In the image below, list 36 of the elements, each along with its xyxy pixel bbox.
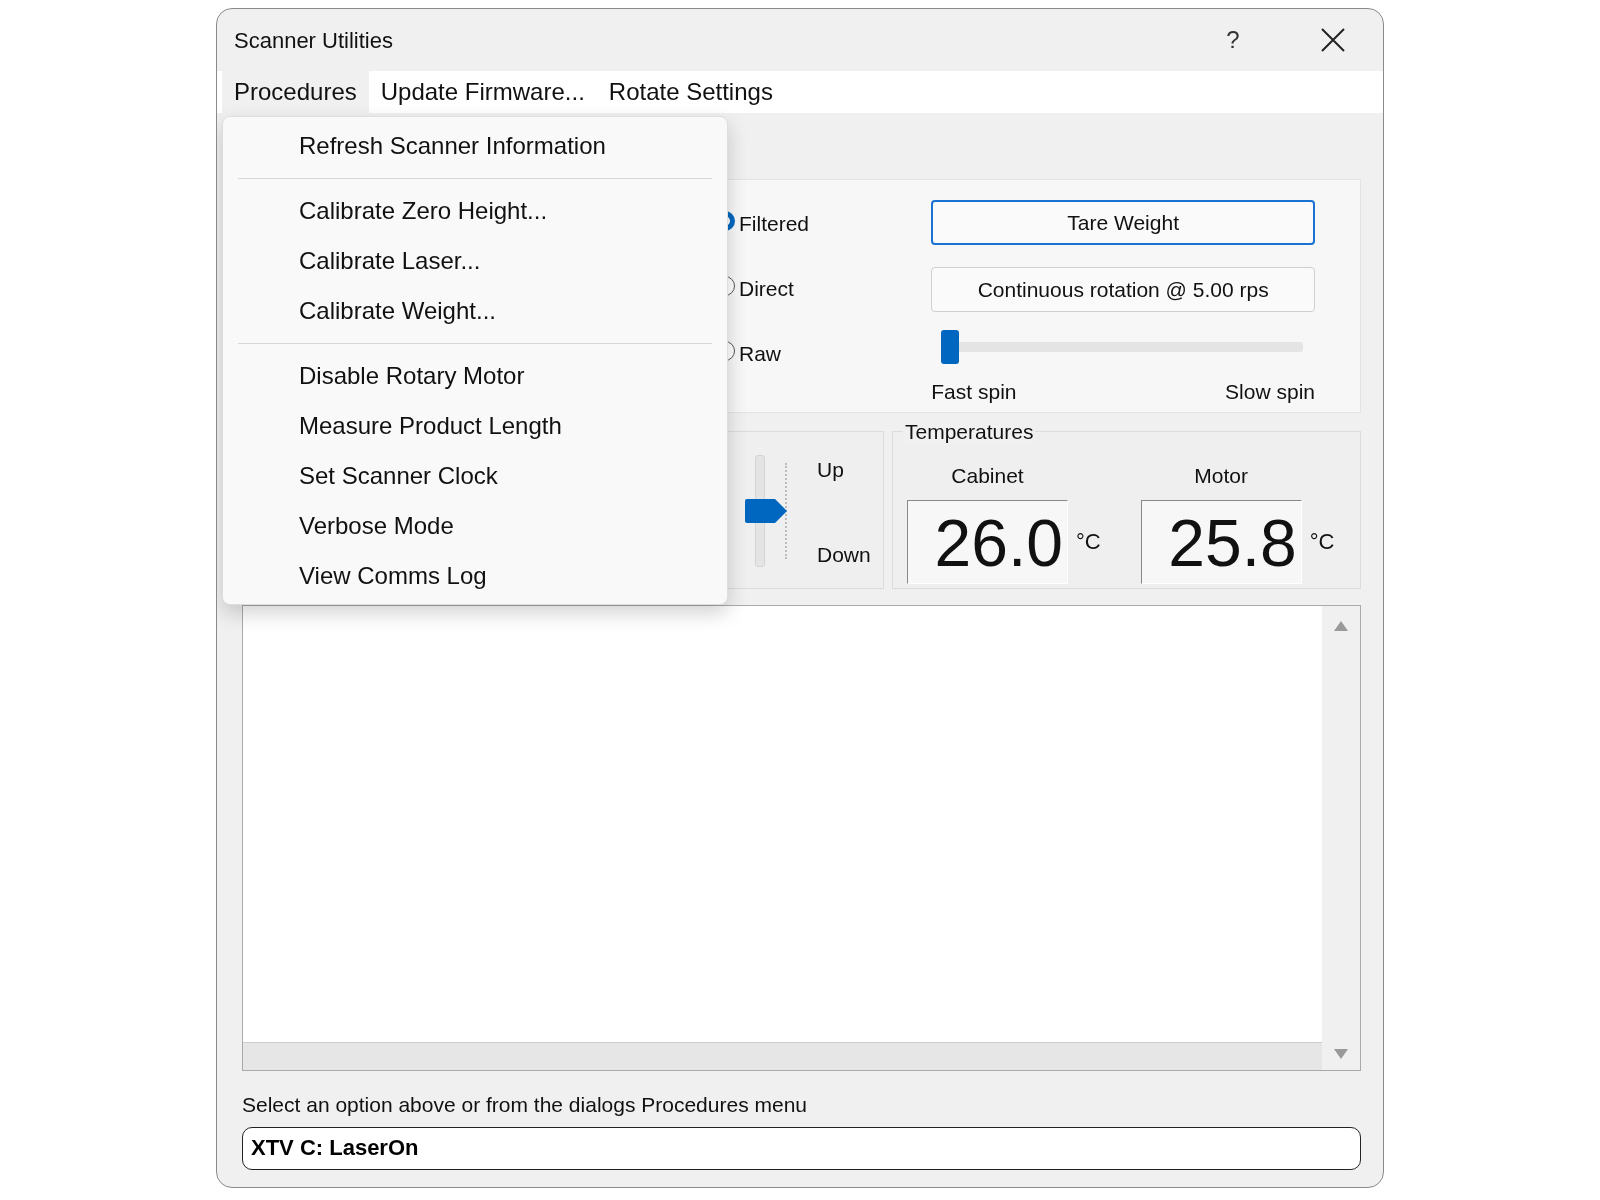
slider-label: Up <box>817 457 845 483</box>
temperature-readout: 25.8 <box>1140 499 1302 584</box>
menu-item[interactable]: Verbose Mode <box>223 501 727 551</box>
menu-item[interactable]: Set Scanner Clock <box>223 451 727 501</box>
sensor-label: Motor <box>1193 463 1250 489</box>
menu-item[interactable]: Calibrate Zero Height... <box>223 186 727 236</box>
slider-label: Down <box>817 541 871 568</box>
status-text: Select an option above or from the dialogs Procedures menu <box>242 1092 808 1118</box>
radio-label[interactable]: Filtered <box>739 208 810 240</box>
menu-item[interactable]: Disable Rotary Motor <box>223 351 727 401</box>
slider-label: Fast spin <box>931 379 1017 405</box>
slider-thumb[interactable] <box>941 330 960 364</box>
menu-item[interactable]: View Comms Log <box>223 551 727 601</box>
command-field[interactable]: XTV C: LaserOn <box>242 1126 1361 1170</box>
scroll-down-icon[interactable] <box>1333 1048 1349 1060</box>
help-button[interactable]: ? <box>1183 22 1283 58</box>
radio-label[interactable]: Raw <box>739 338 781 370</box>
menu-item[interactable]: Procedures <box>222 71 369 113</box>
close-icon <box>1320 27 1346 53</box>
menu-item[interactable]: Calibrate Weight... <box>223 286 727 336</box>
action-button[interactable]: Tare Weight <box>931 200 1315 245</box>
window-title: Scanner Utilities <box>234 26 393 55</box>
radio-label[interactable]: Direct <box>739 273 794 305</box>
menu-item[interactable]: Refresh Scanner Information <box>223 121 727 171</box>
slider-thumb[interactable] <box>745 499 787 523</box>
horizontal-scrollbar[interactable] <box>243 1042 1322 1070</box>
menu-item[interactable]: Calibrate Laser... <box>223 236 727 286</box>
unit-label: °C <box>1309 528 1335 556</box>
menu-item[interactable]: Measure Product Length <box>223 401 727 451</box>
vertical-scrollbar[interactable] <box>1322 606 1360 1070</box>
temperature-readout: 26.0 <box>907 499 1068 584</box>
unit-label: °C <box>1076 528 1101 556</box>
sensor-label: Cabinet <box>950 463 1025 489</box>
scroll-up-icon[interactable] <box>1333 620 1349 632</box>
slider-label: Slow spin <box>1225 379 1315 405</box>
action-button[interactable]: Continuous rotation @ 5.00 rps <box>931 267 1315 312</box>
